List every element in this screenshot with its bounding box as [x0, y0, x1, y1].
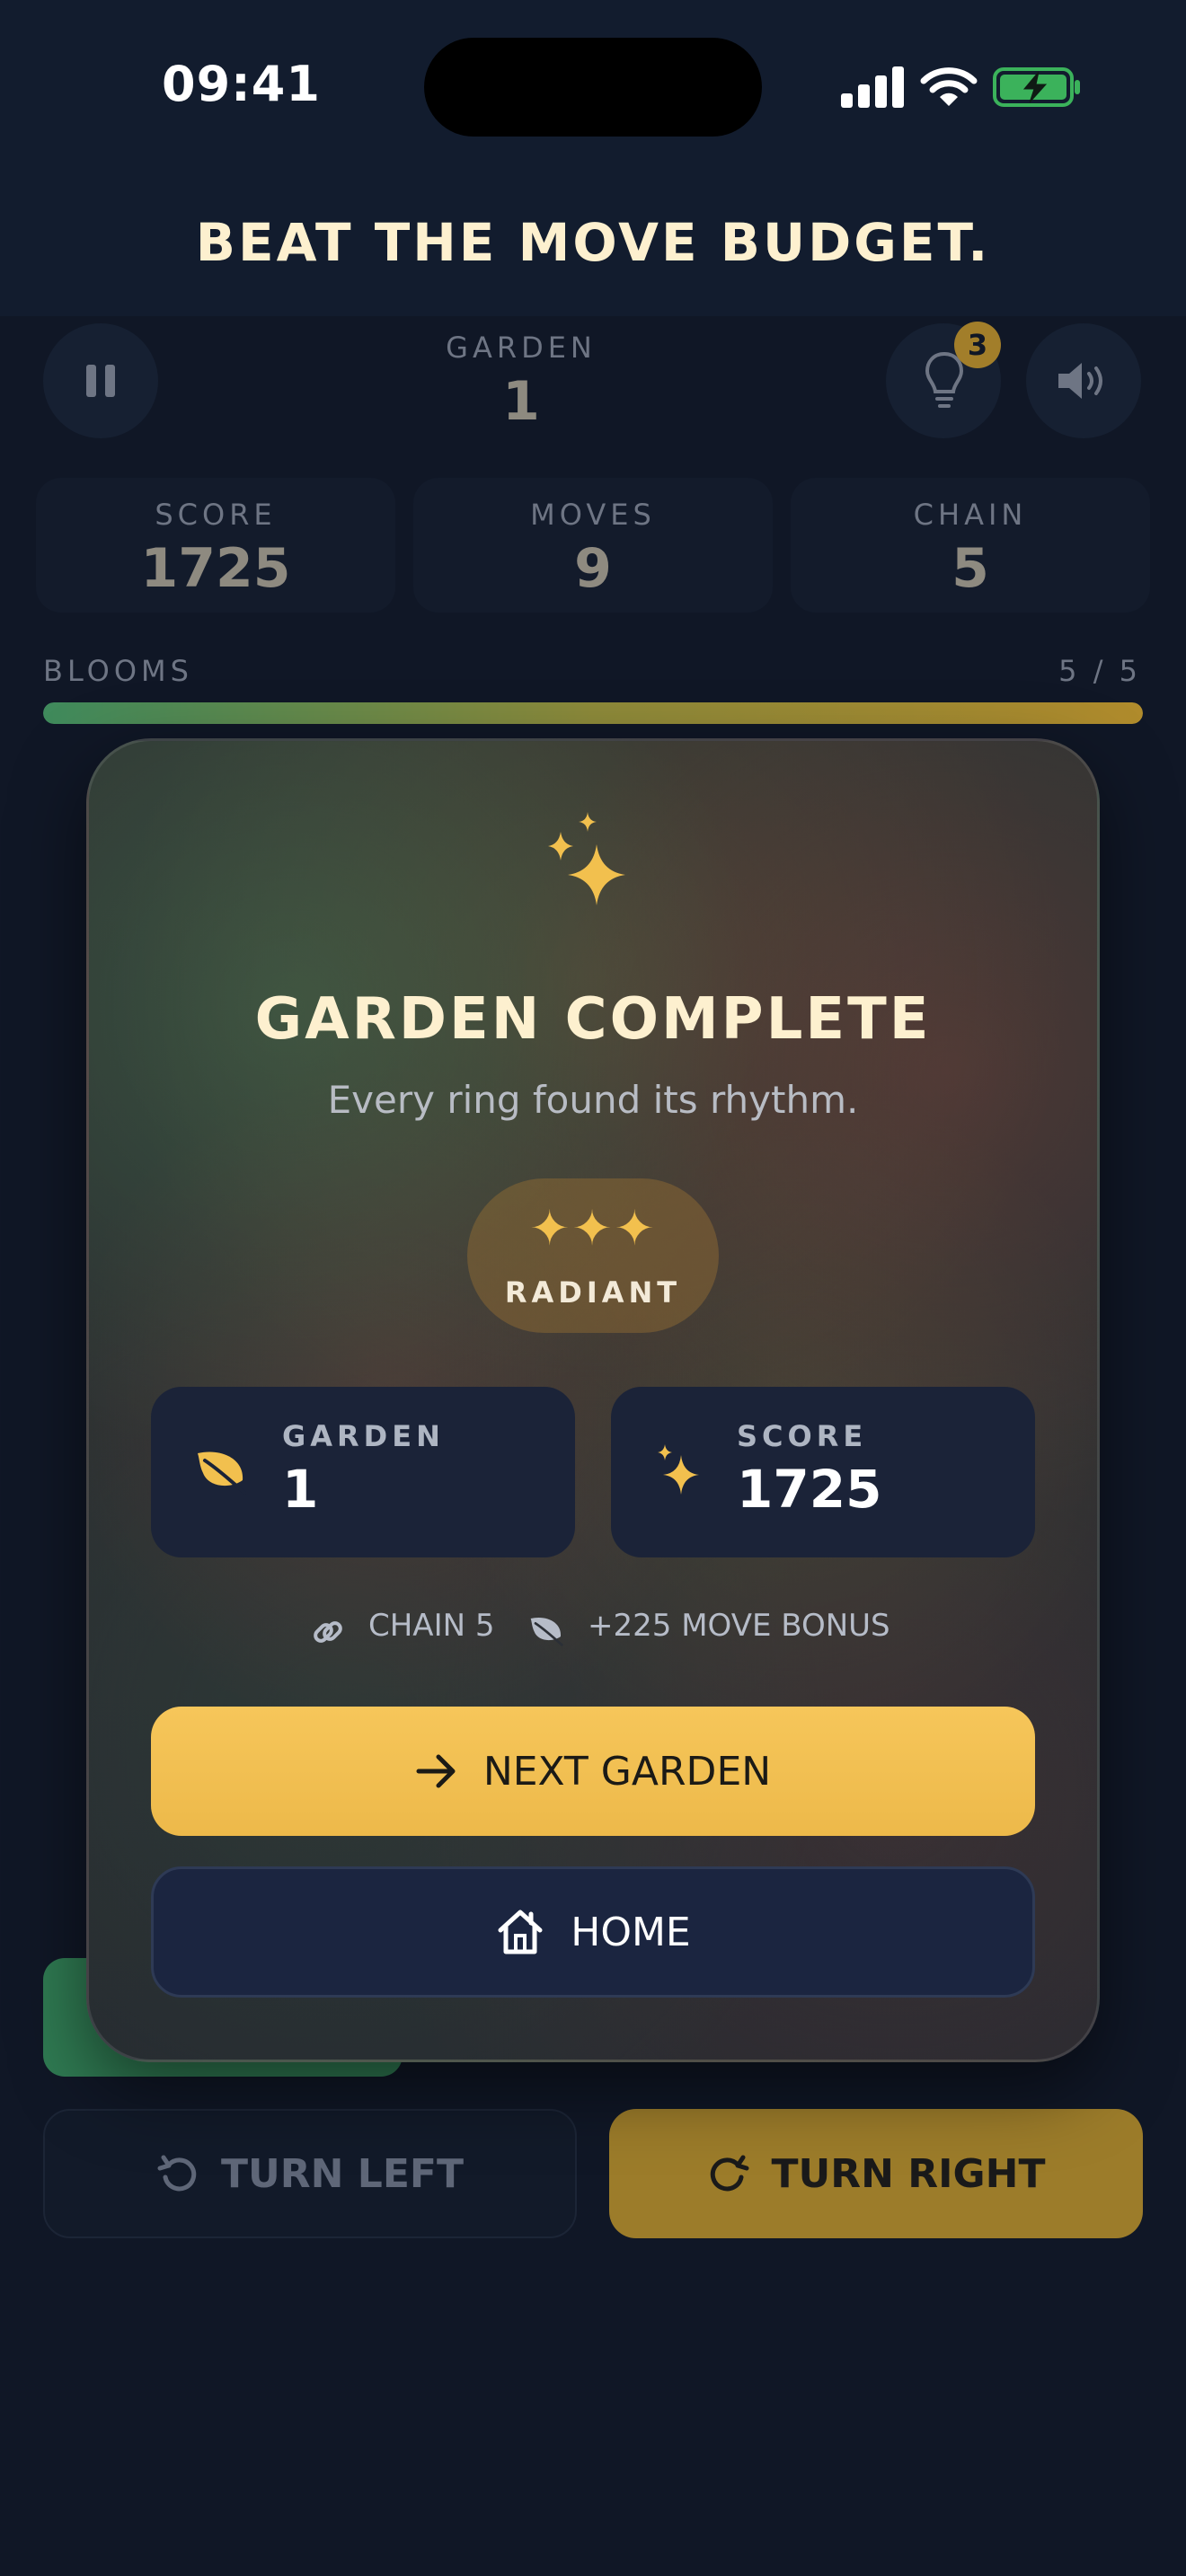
banner-text: BEAT THE MOVE BUDGET.	[195, 212, 991, 273]
arrow-right-icon	[416, 1754, 456, 1788]
dialog-title: GARDEN COMPLETE	[254, 986, 932, 1053]
score-label: SCORE	[155, 498, 277, 532]
status-icons	[841, 65, 1084, 108]
leaf-icon	[198, 1451, 246, 1495]
hint-count-badge: 3	[954, 322, 1001, 368]
score-value: 1725	[140, 537, 291, 600]
star-rating-icons: ✦✦✦	[529, 1200, 657, 1257]
chain-label: CHAIN	[913, 498, 1028, 532]
leaf-small-icon	[530, 1617, 563, 1646]
home-button[interactable]: HOME	[151, 1866, 1035, 1998]
wifi-icon	[920, 67, 978, 106]
chain-value: 5	[951, 537, 989, 600]
pause-button[interactable]	[43, 323, 158, 438]
dynamic-island	[424, 38, 762, 137]
turn-right-label: TURN RIGHT	[771, 2150, 1046, 2197]
sparkle-icon	[658, 1444, 699, 1495]
cellular-signal-icon	[841, 65, 904, 108]
garden-number: 1	[502, 370, 540, 433]
sound-button[interactable]	[1026, 323, 1141, 438]
home-label: HOME	[571, 1909, 691, 1955]
score-result-card: SCORE 1725	[611, 1387, 1035, 1557]
link-icon	[314, 1621, 342, 1643]
moves-value: 9	[574, 537, 612, 600]
garden-result-value: 1	[282, 1459, 319, 1520]
battery-charging-icon	[993, 67, 1080, 107]
next-garden-button[interactable]: NEXT GARDEN	[151, 1707, 1035, 1836]
sparkles-icon	[548, 812, 625, 905]
home-icon	[498, 1910, 543, 1954]
blooms-count: 5 / 5	[1058, 654, 1141, 688]
moves-label: MOVES	[530, 498, 656, 532]
turn-left-label: TURN LEFT	[221, 2150, 464, 2197]
score-result-value: 1725	[737, 1459, 882, 1520]
blooms-label: BLOOMS	[43, 654, 193, 688]
rating-label: RADIANT	[504, 1275, 682, 1310]
rotate-right-icon	[710, 2155, 748, 2192]
speaker-icon	[1058, 363, 1102, 399]
dialog-subtitle: Every ring found its rhythm.	[327, 1078, 859, 1122]
blooms-progress-fill	[43, 702, 1143, 724]
next-garden-label: NEXT GARDEN	[482, 1748, 772, 1795]
blooms-progress-bar	[43, 702, 1143, 724]
rotate-left-icon	[157, 2155, 197, 2192]
score-result-label: SCORE	[737, 1419, 868, 1453]
status-time: 09:41	[162, 56, 321, 112]
move-bonus-summary: +225 MOVE BONUS	[588, 1608, 890, 1644]
turn-left-button[interactable]: TURN LEFT	[43, 2109, 577, 2238]
garden-result-label: GARDEN	[282, 1419, 445, 1453]
garden-label: GARDEN	[446, 331, 597, 365]
chain-summary: CHAIN 5	[368, 1608, 495, 1644]
pause-icon	[86, 365, 115, 397]
garden-result-card: GARDEN 1	[151, 1387, 575, 1557]
turn-right-button[interactable]: TURN RIGHT	[609, 2109, 1143, 2238]
